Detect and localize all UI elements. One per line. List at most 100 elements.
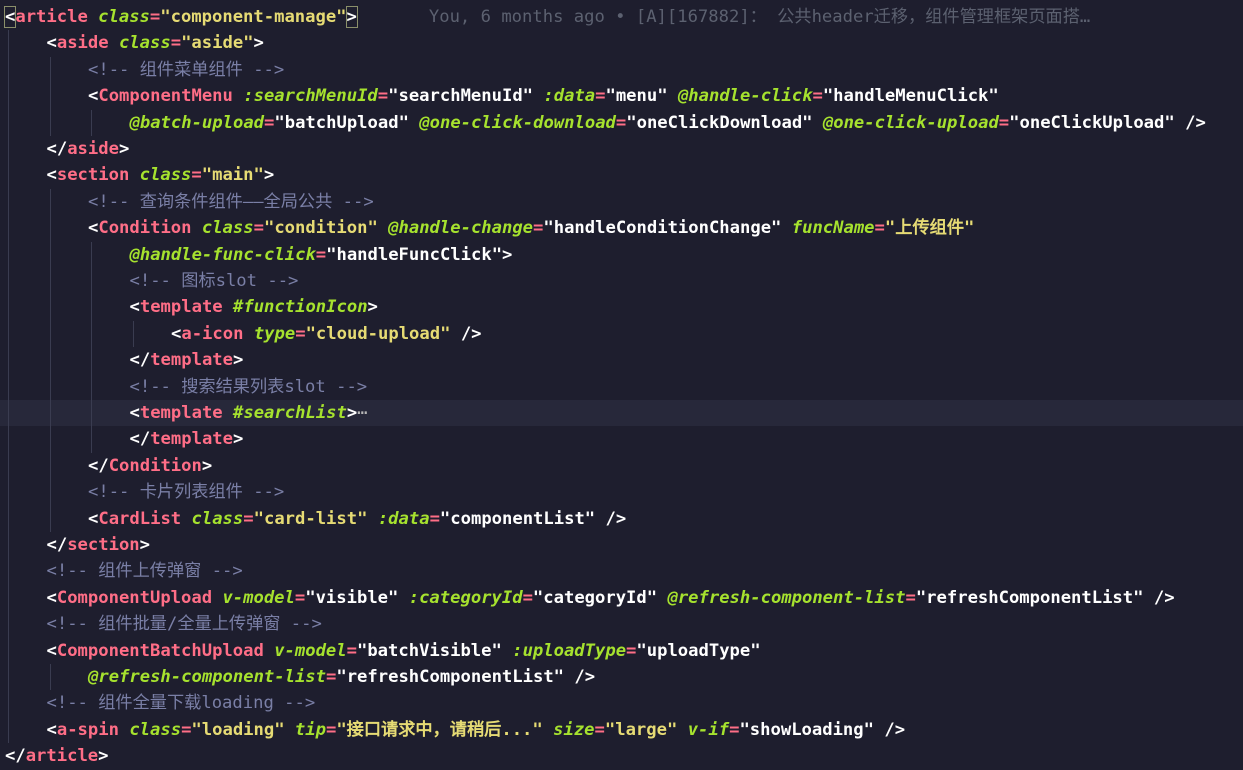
indent-guide <box>91 373 92 400</box>
code-token: <!-- 卡片列表组件 --> <box>88 482 285 503</box>
code-token: </ <box>88 455 109 476</box>
code-token: = <box>595 86 606 107</box>
code-line[interactable]: <Condition class="condition" @handle-cha… <box>0 215 1243 242</box>
code-line[interactable]: <!-- 组件批量/全量上传弹窗 --> <box>0 611 1243 638</box>
code-token: < <box>46 165 57 186</box>
code-line[interactable]: </article> <box>0 743 1243 769</box>
code-token: "refreshComponentList" <box>336 667 565 687</box>
code-line[interactable]: <section class="main"> <box>0 162 1243 189</box>
indent-guide <box>8 294 9 321</box>
code-token: > <box>263 165 275 186</box>
code-token: ComponentMenu <box>98 86 233 107</box>
code-token: aside <box>67 139 119 159</box>
indent-guide <box>8 56 9 84</box>
code-token: < <box>46 640 57 661</box>
code-line[interactable]: <a-spin class="loading" tip="接口请求中，请稍后..… <box>0 716 1243 744</box>
code-line[interactable]: <!-- 查询条件组件——全局公共 --> <box>0 188 1243 216</box>
indent-guide <box>8 373 9 400</box>
code-line[interactable]: @handle-func-click="handleFuncClick"> <box>0 241 1243 268</box>
code-token: class <box>139 165 192 186</box>
code-token: = <box>326 667 337 687</box>
code-text: <!-- 查询条件组件——全局公共 --> <box>88 189 374 215</box>
code-line[interactable]: <template #searchList>⋯ <box>0 400 1243 427</box>
code-line[interactable]: <!-- 组件全量下载loading --> <box>0 690 1243 717</box>
code-token: template <box>150 350 233 371</box>
code-token: "showLoading" <box>739 719 874 740</box>
code-text: </Condition> <box>88 453 212 479</box>
code-text: @handle-func-click="handleFuncClick"> <box>130 242 513 268</box>
code-token: "handleFuncClick" <box>326 244 503 265</box>
code-line[interactable]: <aside class="aside"> <box>0 30 1243 57</box>
code-text: <!-- 搜索结果列表slot --> <box>130 374 368 400</box>
code-token: > <box>201 455 213 476</box>
code-line[interactable]: </template> <box>0 426 1243 453</box>
indent-guide <box>8 188 9 216</box>
code-token: "refreshComponentList" <box>915 587 1144 608</box>
code-token: ComponentUpload <box>56 587 213 608</box>
code-token: = <box>429 508 440 529</box>
code-token: funcName <box>791 218 875 239</box>
indent-guide <box>49 56 51 84</box>
code-token: = <box>346 640 357 661</box>
code-token: > <box>253 33 264 54</box>
code-token: :data <box>543 86 596 107</box>
code-line[interactable]: <article class="component-manage"> You, 6… <box>0 4 1243 30</box>
code-token: = <box>533 218 544 239</box>
code-line[interactable]: </template> <box>0 347 1243 374</box>
code-text: <template #searchList>⋯ <box>130 400 368 426</box>
indent-guide <box>8 215 9 242</box>
indent-guide <box>8 611 9 638</box>
code-text: </section> <box>47 532 151 558</box>
code-token: > <box>233 429 244 450</box>
code-line[interactable]: </Condition> <box>0 452 1243 480</box>
code-text: <!-- 组件菜单组件 --> <box>88 57 284 83</box>
code-token: "oneClickUpload" <box>1009 112 1175 133</box>
code-text: <a-icon type="cloud-upload" /> <box>171 321 482 347</box>
code-line[interactable]: @batch-upload="batchUpload" @one-click-d… <box>0 109 1243 136</box>
code-token: = <box>812 86 823 107</box>
code-line[interactable]: <template #functionIcon> <box>0 294 1243 321</box>
indent-guide <box>8 664 9 691</box>
code-line[interactable]: @refresh-component-list="refreshComponen… <box>0 664 1243 691</box>
code-line[interactable]: <!-- 搜索结果列表slot --> <box>0 373 1243 400</box>
code-token: "visible" <box>305 587 399 608</box>
indent-guide <box>49 241 51 268</box>
code-line[interactable]: <ComponentMenu :searchMenuId="searchMenu… <box>0 83 1243 110</box>
code-line[interactable]: </aside> <box>0 136 1243 163</box>
indent-guide <box>49 83 51 110</box>
fold-marker[interactable]: ⋯ <box>357 403 367 423</box>
indent-guide <box>91 109 92 136</box>
indent-guide <box>8 83 9 110</box>
code-line[interactable]: <CardList class="card-list" :data="compo… <box>0 505 1243 532</box>
code-line[interactable]: <a-icon type="cloud-upload" /> <box>0 320 1243 348</box>
code-line[interactable]: <!-- 组件上传弹窗 --> <box>0 558 1243 585</box>
code-token: class <box>98 7 150 27</box>
code-token: = <box>191 165 202 186</box>
indent-guide <box>49 215 51 242</box>
code-token: = <box>295 323 306 344</box>
code-token: template <box>139 297 223 318</box>
code-line[interactable]: </section> <box>0 532 1243 559</box>
code-line[interactable]: <!-- 组件菜单组件 --> <box>0 56 1243 84</box>
code-token: #functionIcon <box>233 297 368 318</box>
code-token: > <box>98 746 109 767</box>
code-line[interactable]: <!-- 卡片列表组件 --> <box>0 479 1243 506</box>
code-line[interactable]: <ComponentBatchUpload v-model="batchVisi… <box>0 637 1243 664</box>
code-line[interactable]: <ComponentUpload v-model="visible" :cate… <box>0 584 1243 612</box>
code-token: </ <box>5 746 26 767</box>
code-token: > <box>346 403 358 423</box>
indent-guide <box>8 268 9 295</box>
code-line[interactable]: <!-- 图标slot --> <box>0 268 1243 295</box>
code-editor[interactable]: <article class="component-manage"> You, 6… <box>0 0 1243 769</box>
code-text: </template> <box>130 347 244 373</box>
code-token: = <box>253 218 264 239</box>
code-token: "categoryId" <box>532 587 658 608</box>
code-token: "上传组件" <box>884 218 975 239</box>
code-token: = <box>149 7 161 27</box>
